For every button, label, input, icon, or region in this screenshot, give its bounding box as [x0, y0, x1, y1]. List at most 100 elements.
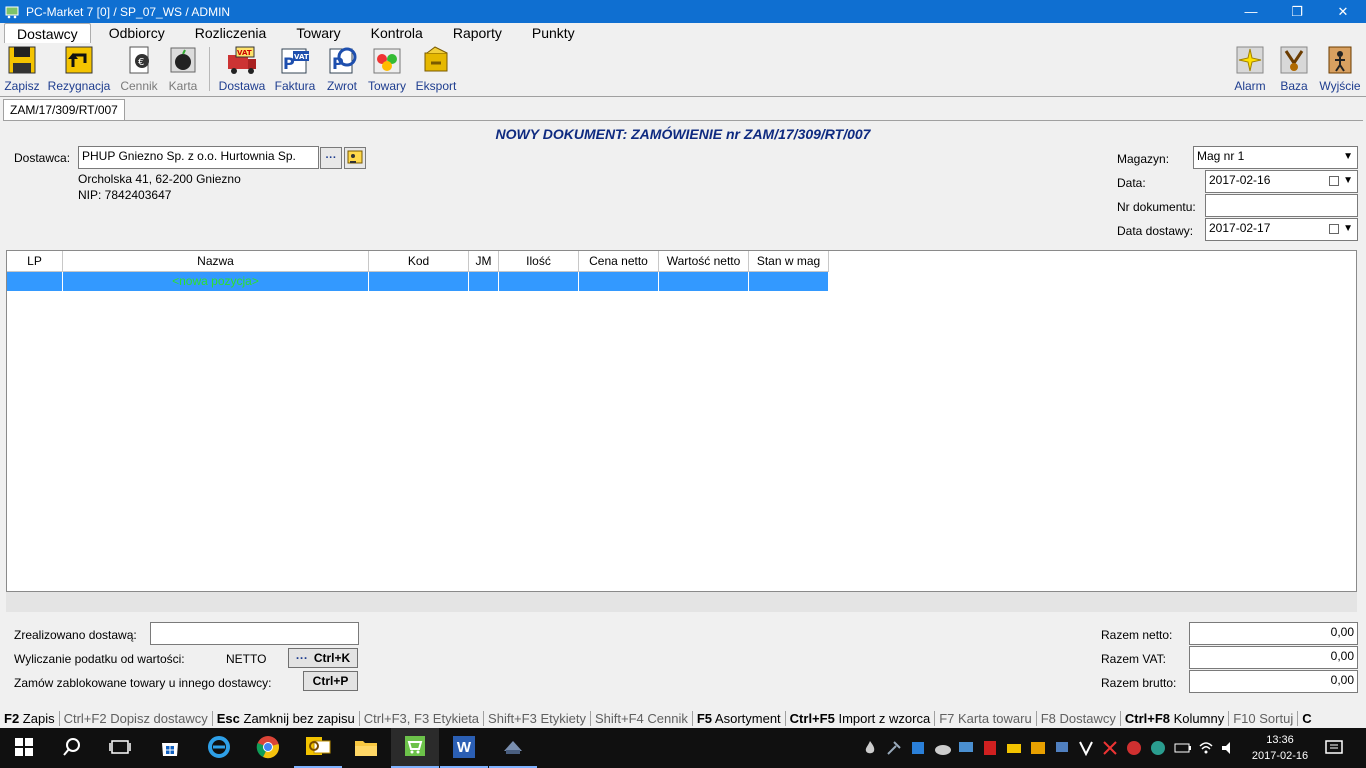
menu-towary[interactable]: Towary: [284, 23, 352, 43]
tray-tool-icon[interactable]: [886, 740, 902, 756]
delivery-date-field[interactable]: 2017-02-17 ▼: [1205, 218, 1358, 241]
rezygnacja-button[interactable]: Rezygnacja: [48, 43, 110, 93]
cell-jm[interactable]: [469, 272, 499, 291]
date-field[interactable]: 2017-02-16 ▼: [1205, 170, 1358, 193]
menu-rozliczenia[interactable]: Rozliczenia: [183, 23, 279, 43]
start-button[interactable]: [0, 728, 48, 768]
shortcut-f2[interactable]: F2 Zapis: [0, 710, 60, 726]
menu-dostawcy[interactable]: Dostawcy: [4, 23, 91, 43]
shortcut-more[interactable]: C: [1298, 711, 1315, 726]
towary-label: Towary: [367, 79, 406, 93]
wyjscie-button[interactable]: Wyjście: [1318, 43, 1362, 93]
new-item-cell[interactable]: <nowa pozycja>: [63, 272, 369, 291]
shortcut-ctrl-f8[interactable]: Ctrl+F8 Kolumny: [1121, 710, 1230, 726]
supplier-field[interactable]: PHUP Gniezno Sp. z o.o. Hurtownia Sp.: [78, 146, 319, 169]
blocked-order-button[interactable]: Ctrl+P: [303, 671, 358, 691]
tray-volume-icon[interactable]: [1220, 740, 1236, 756]
cell-ilosc[interactable]: [499, 272, 579, 291]
network-tool-button[interactable]: [489, 728, 537, 768]
col-wartosc-netto[interactable]: Wartość netto: [659, 251, 749, 272]
toolbar-separator: [209, 47, 210, 91]
taskbar-clock[interactable]: 13:36 2017-02-16: [1246, 732, 1314, 764]
tray-fire-icon[interactable]: [862, 740, 878, 756]
menu-punkty[interactable]: Punkty: [520, 23, 587, 43]
dostawa-button[interactable]: VAT Dostawa: [219, 43, 265, 93]
shortcut-f8[interactable]: F8 Dostawcy: [1037, 710, 1121, 726]
notification-icon[interactable]: [1325, 740, 1343, 756]
shortcut-ctrl-f2[interactable]: Ctrl+F2 Dopisz dostawcy: [60, 710, 213, 726]
tax-mode-button[interactable]: ··· Ctrl+K: [288, 648, 358, 668]
tray-snow-icon[interactable]: [1126, 740, 1142, 756]
shortcut-shift-f4[interactable]: Shift+F4 Cennik: [591, 710, 693, 726]
tray-cloud-icon[interactable]: [934, 740, 951, 756]
cell-lp[interactable]: [7, 272, 63, 291]
task-view-button[interactable]: [96, 728, 144, 768]
menu-odbiorcy[interactable]: Odbiorcy: [97, 23, 177, 43]
items-grid[interactable]: LP Nazwa Kod JM Ilość Cena netto Wartość…: [6, 250, 1357, 592]
minimize-button[interactable]: —: [1228, 0, 1274, 23]
col-jm[interactable]: JM: [469, 251, 499, 272]
col-cena-netto[interactable]: Cena netto: [579, 251, 659, 272]
tray-battery-icon[interactable]: [1174, 740, 1191, 756]
shortcut-ctrl-f5[interactable]: Ctrl+F5 Import z wzorca: [786, 710, 936, 726]
tab-document[interactable]: ZAM/17/309/RT/007: [3, 99, 125, 120]
baza-button[interactable]: Baza: [1272, 43, 1316, 93]
col-lp[interactable]: LP: [7, 251, 63, 272]
col-kod[interactable]: Kod: [369, 251, 469, 272]
karta-button[interactable]: Karta: [161, 43, 205, 93]
tray-monitor-icon[interactable]: [958, 740, 974, 756]
cell-stan-w-mag[interactable]: [749, 272, 829, 291]
alarm-button[interactable]: Alarm: [1228, 43, 1272, 93]
window-title: PC-Market 7 [0] / SP_07_WS / ADMIN: [26, 4, 231, 19]
cennik-button[interactable]: € Cennik: [117, 43, 161, 93]
tray-v-icon[interactable]: [1078, 740, 1094, 757]
tray-mail-icon[interactable]: [1006, 740, 1022, 756]
tray-outlook-icon[interactable]: [1030, 740, 1046, 756]
close-button[interactable]: ✕: [1320, 0, 1366, 23]
eksport-button[interactable]: Eksport: [414, 43, 458, 93]
explorer-button[interactable]: [342, 728, 390, 768]
shortcut-f10[interactable]: F10 Sortuj: [1229, 710, 1299, 726]
chrome-button[interactable]: [244, 728, 292, 768]
delivered-field[interactable]: [150, 622, 359, 645]
search-button[interactable]: [48, 728, 96, 768]
shortcut-ctrl-f3[interactable]: Ctrl+F3, F3 Etykieta: [360, 710, 485, 726]
word-button[interactable]: W: [440, 728, 488, 768]
shortcut-label: Zamknij bez zapisu: [243, 710, 355, 726]
tray-wifi-icon[interactable]: [1198, 740, 1214, 756]
cell-kod[interactable]: [369, 272, 469, 291]
restore-button[interactable]: ❐: [1274, 0, 1320, 23]
cell-wartosc-netto[interactable]: [659, 272, 749, 291]
tray-pdf-icon[interactable]: [982, 740, 998, 756]
docno-field[interactable]: [1205, 194, 1358, 217]
col-ilosc[interactable]: Ilość: [499, 251, 579, 272]
menu-kontrola[interactable]: Kontrola: [359, 23, 435, 43]
ie-button[interactable]: [195, 728, 243, 768]
table-row[interactable]: <nowa pozycja>: [7, 272, 829, 291]
col-stan-w-mag[interactable]: Stan w mag: [749, 251, 829, 272]
tray-network-icon[interactable]: [1054, 740, 1070, 756]
shortcut-esc[interactable]: Esc Zamknij bez zapisu: [213, 710, 360, 726]
tray-x-icon[interactable]: [1102, 740, 1118, 756]
shortcut-shift-f3[interactable]: Shift+F3 Etykiety: [484, 710, 591, 726]
outlook-button[interactable]: [294, 728, 342, 768]
faktura-button[interactable]: P VAT Faktura: [273, 43, 317, 93]
zwrot-button[interactable]: P Zwrot: [320, 43, 364, 93]
tray-shield-icon[interactable]: [910, 740, 926, 756]
docno-label: Nr dokumentu:: [1117, 200, 1196, 214]
zapisz-button[interactable]: Zapisz: [0, 43, 44, 93]
col-nazwa[interactable]: Nazwa: [63, 251, 369, 272]
shortcut-f5[interactable]: F5 Asortyment: [693, 710, 786, 726]
supplier-details-button[interactable]: [344, 147, 366, 169]
cell-cena-netto[interactable]: [579, 272, 659, 291]
towary-button[interactable]: Towary: [365, 43, 409, 93]
pcmarket-button[interactable]: [391, 728, 439, 768]
store-button[interactable]: [146, 728, 194, 768]
title-bar: PC-Market 7 [0] / SP_07_WS / ADMIN — ❐ ✕: [0, 0, 1366, 23]
menu-raporty[interactable]: Raporty: [441, 23, 514, 43]
supplier-lookup-button[interactable]: ···: [320, 147, 342, 169]
chevron-down-icon: ▼: [1343, 175, 1353, 186]
tray-globe-icon[interactable]: [1150, 740, 1166, 756]
warehouse-select[interactable]: Mag nr 1 ▼: [1193, 146, 1358, 169]
shortcut-f7[interactable]: F7 Karta towaru: [935, 710, 1037, 726]
